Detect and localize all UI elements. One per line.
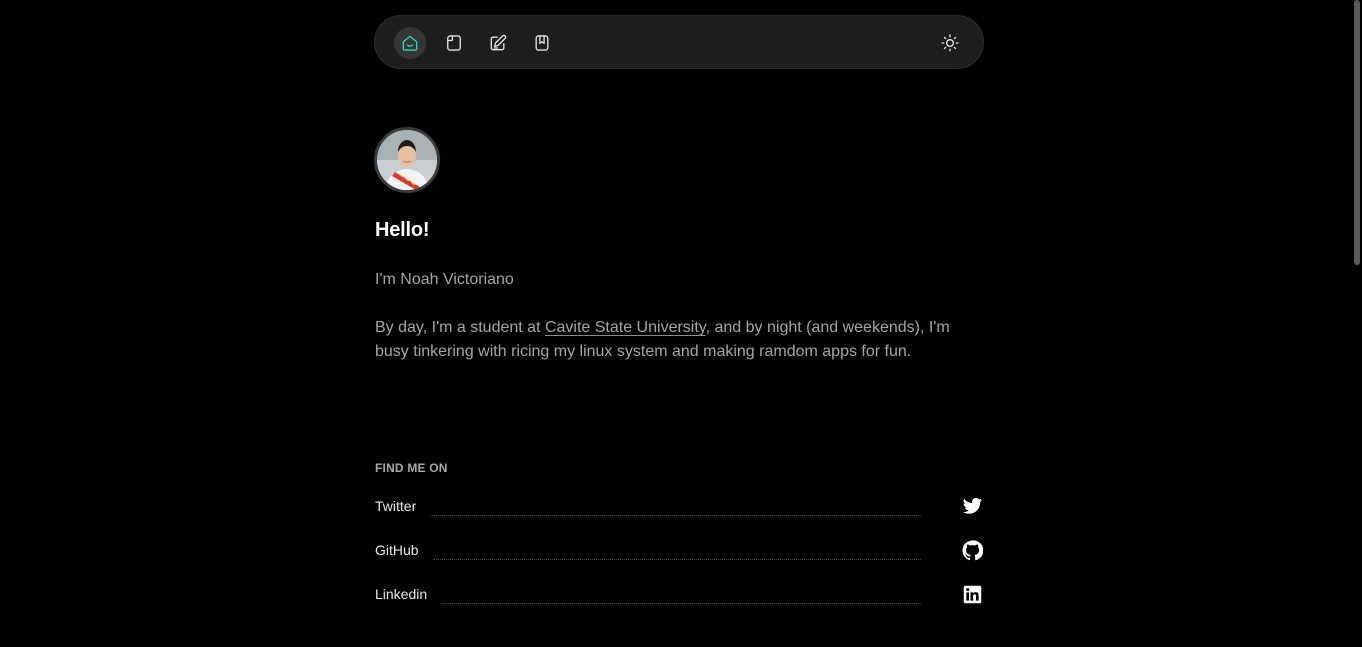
social-link-github[interactable]: GitHub xyxy=(375,536,983,564)
social-label-linkedin: Linkedin xyxy=(375,586,428,602)
bookmarks-icon xyxy=(532,33,552,53)
nav-projects-button[interactable] xyxy=(438,27,470,59)
nav-blog-button[interactable] xyxy=(482,27,514,59)
sun-icon xyxy=(940,33,960,53)
home-icon xyxy=(400,33,420,53)
nav-bookmarks-button[interactable] xyxy=(526,27,558,59)
projects-icon xyxy=(444,33,464,53)
social-link-linkedin[interactable]: Linkedin xyxy=(375,580,983,608)
page: Hello! I'm Noah Victoriano By day, I'm a… xyxy=(0,0,1362,647)
find-me-on-heading: FIND ME ON xyxy=(375,461,448,475)
social-label-github: GitHub xyxy=(375,542,419,558)
blog-icon xyxy=(488,33,508,53)
page-scrollbar[interactable] xyxy=(1354,0,1360,265)
bio-text-before: By day, I'm a student at xyxy=(375,319,545,336)
page-title: Hello! xyxy=(375,219,430,241)
theme-toggle-button[interactable] xyxy=(934,27,966,59)
top-navbar xyxy=(374,15,984,69)
social-link-twitter[interactable]: Twitter xyxy=(375,492,983,520)
bio-paragraph: By day, I'm a student at Cavite State Un… xyxy=(375,316,987,364)
dotted-leader xyxy=(430,514,921,516)
avatar-photo xyxy=(377,130,437,190)
avatar xyxy=(374,127,440,193)
linkedin-icon xyxy=(961,583,983,605)
github-icon xyxy=(961,539,983,561)
dotted-leader xyxy=(432,558,921,560)
nav-home-button[interactable] xyxy=(394,27,426,59)
social-label-twitter: Twitter xyxy=(375,498,417,514)
dotted-leader xyxy=(441,602,921,604)
intro-text: I'm Noah Victoriano xyxy=(375,271,514,288)
twitter-icon xyxy=(961,495,983,517)
university-link[interactable]: Cavite State University xyxy=(545,319,706,336)
